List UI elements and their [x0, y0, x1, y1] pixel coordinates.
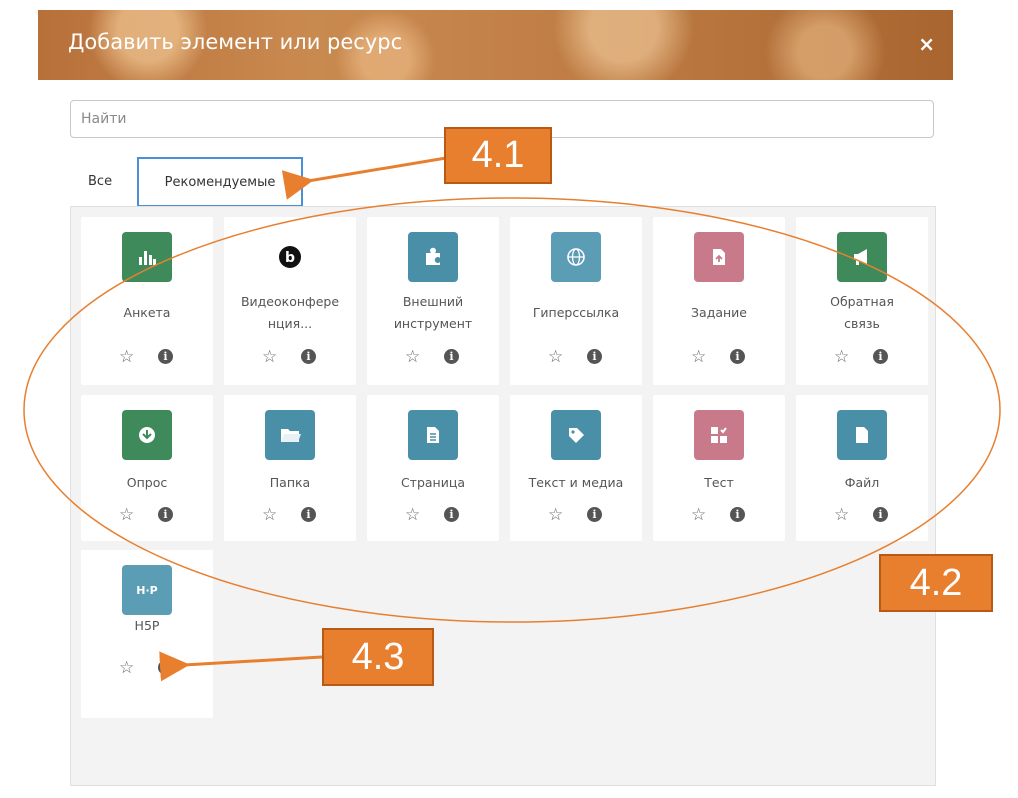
module-label: Анкета: [123, 305, 171, 320]
module-card[interactable]: Гиперссылка ☆ i: [510, 217, 642, 385]
info-icon[interactable]: i: [873, 349, 888, 364]
star-icon[interactable]: ☆: [262, 505, 277, 525]
info-icon[interactable]: i: [301, 349, 316, 364]
megaphone-icon: [837, 232, 887, 282]
callout-4-3: 4.3: [322, 628, 434, 686]
module-card[interactable]: Задание ☆ i: [653, 217, 785, 385]
star-icon[interactable]: ☆: [119, 505, 134, 525]
module-label: Папка: [269, 475, 311, 490]
tab-recommended[interactable]: Рекомендуемые: [137, 157, 303, 207]
module-label: Задание: [691, 305, 747, 320]
star-icon[interactable]: ☆: [262, 347, 277, 367]
module-card[interactable]: H·P H5P ☆ i: [81, 550, 213, 718]
tag-icon: [551, 410, 601, 460]
info-icon[interactable]: i: [444, 349, 459, 364]
module-card[interactable]: Тест ☆ i: [653, 395, 785, 541]
info-icon[interactable]: i: [587, 507, 602, 522]
module-label: Тест: [704, 475, 734, 490]
svg-text:H·P: H·P: [136, 584, 157, 597]
callout-4-1: 4.1: [444, 127, 552, 184]
arrow-4-1: [281, 156, 447, 200]
h5p-icon: H·P: [122, 565, 172, 615]
bigbluebutton-icon: b: [265, 232, 315, 282]
callout-4-1-text: 4.1: [471, 134, 525, 176]
info-icon[interactable]: i: [301, 507, 316, 522]
info-icon[interactable]: i: [587, 349, 602, 364]
module-card[interactable]: Опрос ☆ i: [81, 395, 213, 541]
star-icon[interactable]: ☆: [834, 347, 849, 367]
star-icon[interactable]: ☆: [405, 347, 420, 367]
choice-icon: [122, 410, 172, 460]
info-icon[interactable]: i: [158, 349, 173, 364]
module-label: Видеоконфере нция...: [240, 294, 340, 331]
assignment-icon: [694, 232, 744, 282]
puzzle-icon: [408, 232, 458, 282]
module-card[interactable]: Папка ☆ i: [224, 395, 356, 541]
module-card[interactable]: b Видеоконфере нция... ☆ i: [224, 217, 356, 385]
module-card[interactable]: Текст и медиа ☆ i: [510, 395, 642, 541]
module-label: H5P: [134, 618, 160, 633]
tab-recommended-label: Рекомендуемые: [164, 174, 276, 190]
tab-all[interactable]: Все: [88, 174, 112, 189]
star-icon[interactable]: ☆: [548, 505, 563, 525]
info-icon[interactable]: i: [730, 507, 745, 522]
star-icon[interactable]: ☆: [834, 505, 849, 525]
star-icon[interactable]: ☆: [119, 658, 134, 678]
info-icon[interactable]: i: [730, 349, 745, 364]
module-card[interactable]: Внешний инструмент ☆ i: [367, 217, 499, 385]
close-icon[interactable]: ×: [918, 32, 935, 56]
page-icon: [408, 410, 458, 460]
module-label: Обратная связь: [830, 294, 894, 331]
module-label: Гиперссылка: [532, 305, 620, 320]
info-icon[interactable]: i: [444, 507, 459, 522]
module-label: Текст и медиа: [528, 475, 624, 490]
module-card[interactable]: Обратная связь ☆ i: [796, 217, 928, 385]
callout-4-3-text: 4.3: [351, 635, 405, 678]
info-icon[interactable]: i: [873, 507, 888, 522]
module-label: Страница: [400, 475, 466, 490]
module-grid: Анкета ☆ i b Видеоконфере нция... ☆ i Внешний и…: [70, 206, 936, 786]
globe-icon: [551, 232, 601, 282]
folder-icon: [265, 410, 315, 460]
module-card[interactable]: Анкета ☆ i: [81, 217, 213, 385]
star-icon[interactable]: ☆: [691, 347, 706, 367]
module-card[interactable]: Файл ☆ i: [796, 395, 928, 541]
quiz-icon: [694, 410, 744, 460]
info-icon[interactable]: i: [158, 660, 173, 675]
star-icon[interactable]: ☆: [691, 505, 706, 525]
star-icon[interactable]: ☆: [119, 347, 134, 367]
svg-text:b: b: [285, 250, 295, 266]
dialog-title: Добавить элемент или ресурс: [68, 30, 403, 54]
star-icon[interactable]: ☆: [405, 505, 420, 525]
callout-4-2-text: 4.2: [909, 561, 963, 604]
info-icon[interactable]: i: [158, 507, 173, 522]
star-icon[interactable]: ☆: [548, 347, 563, 367]
module-label: Опрос: [126, 475, 168, 490]
callout-4-2: 4.2: [879, 554, 993, 612]
file-icon: [837, 410, 887, 460]
module-label: Файл: [844, 475, 880, 490]
module-card[interactable]: Страница ☆ i: [367, 395, 499, 541]
chart-icon: [122, 232, 172, 282]
dialog-header: Добавить элемент или ресурс ×: [38, 10, 953, 80]
module-label: Внешний инструмент: [393, 294, 473, 331]
